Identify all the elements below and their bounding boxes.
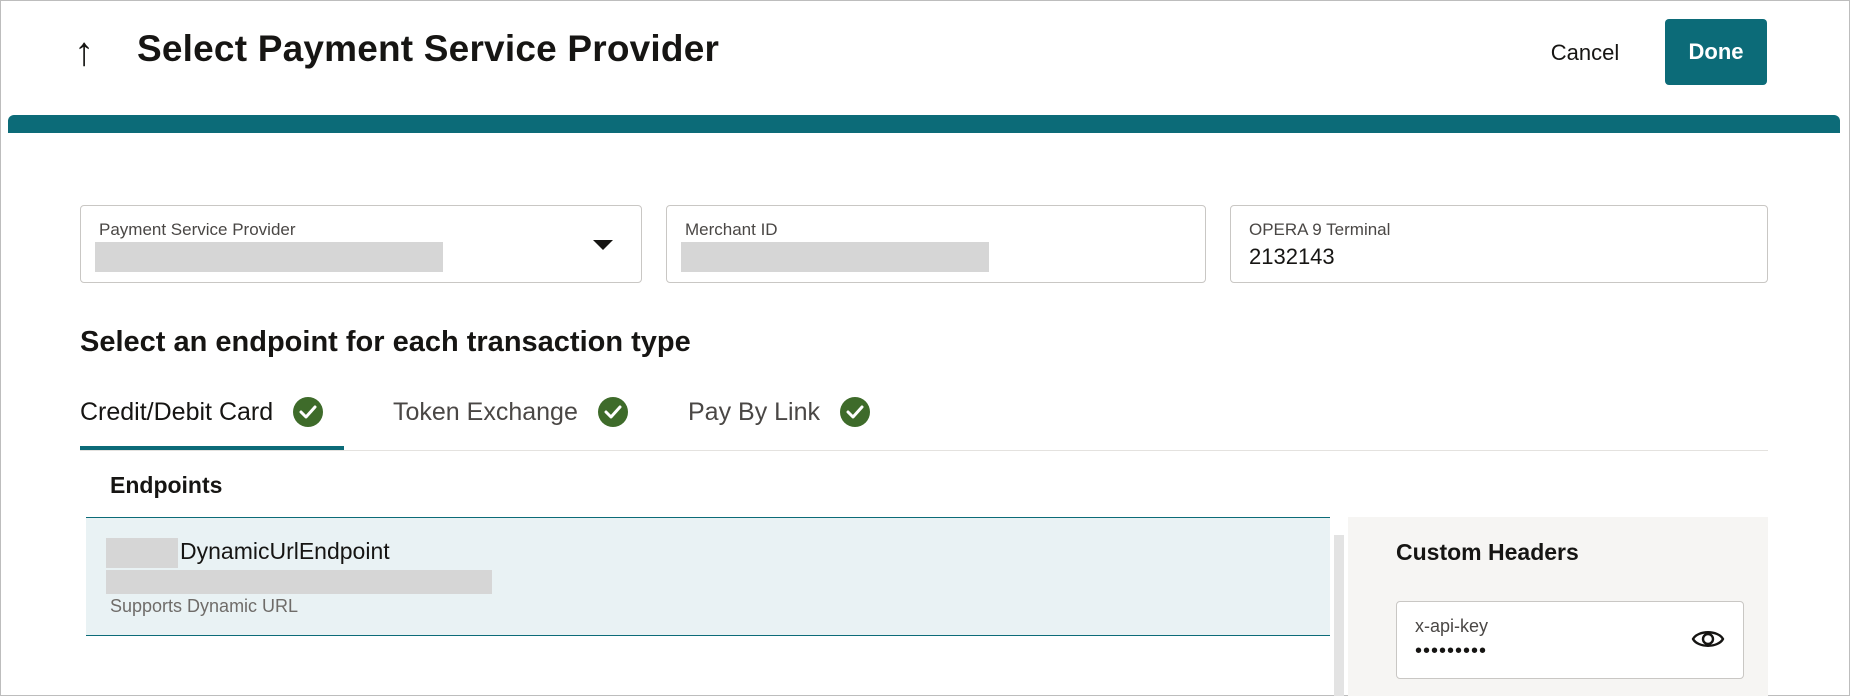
opera-terminal-label: OPERA 9 Terminal [1249,220,1391,239]
section-heading: Select an endpoint for each transaction … [80,326,691,358]
redacted-endpoint-prefix [106,538,178,568]
opera-terminal-value: 2132143 [1249,244,1335,269]
header-key-label: x-api-key [1415,616,1489,636]
arrow-up-icon[interactable]: ↑ [74,28,94,76]
payment-service-provider-select[interactable]: Payment Service Provider [80,205,642,283]
psp-label: Payment Service Provider [99,220,296,239]
tab-label: Token Exchange [393,398,578,426]
tabs-divider [80,450,1768,451]
check-circle-icon [293,397,324,427]
opera-terminal-field[interactable]: OPERA 9 Terminal 2132143 [1230,205,1768,283]
redacted-endpoint-url [106,570,492,594]
tab-token-exchange[interactable]: Token Exchange [393,392,628,448]
merchant-id-field[interactable]: Merchant ID [666,205,1206,283]
done-button[interactable]: Done [1665,19,1767,85]
cancel-button[interactable]: Cancel [1540,20,1630,86]
custom-headers-panel: Custom Headers x-api-key ••••••••• [1348,517,1768,696]
custom-header-field[interactable]: x-api-key ••••••••• [1396,601,1744,679]
header-masked-value: ••••••••• [1415,640,1488,662]
header-accent-bar [8,115,1840,133]
custom-headers-title: Custom Headers [1396,539,1579,565]
check-circle-icon [840,397,871,427]
redacted-psp-value [95,242,443,272]
endpoint-list-scrollbar[interactable] [1334,535,1344,696]
tab-pay-by-link[interactable]: Pay By Link [688,392,871,448]
endpoint-list-item[interactable]: DynamicUrlEndpoint Supports Dynamic URL [86,517,1330,636]
tab-label: Credit/Debit Card [80,398,274,426]
tab-credit-debit-card[interactable]: Credit/Debit Card [80,392,324,448]
page-title: Select Payment Service Provider [137,28,720,69]
merchant-id-label: Merchant ID [685,220,778,239]
tab-label: Pay By Link [688,398,821,426]
check-circle-icon [597,397,628,427]
endpoints-heading: Endpoints [110,472,223,498]
endpoint-description: Supports Dynamic URL [110,596,299,616]
eye-icon[interactable] [1691,626,1725,657]
chevron-down-icon[interactable] [593,240,613,250]
endpoint-name: DynamicUrlEndpoint [180,538,390,564]
redacted-merchant-id [681,242,989,272]
